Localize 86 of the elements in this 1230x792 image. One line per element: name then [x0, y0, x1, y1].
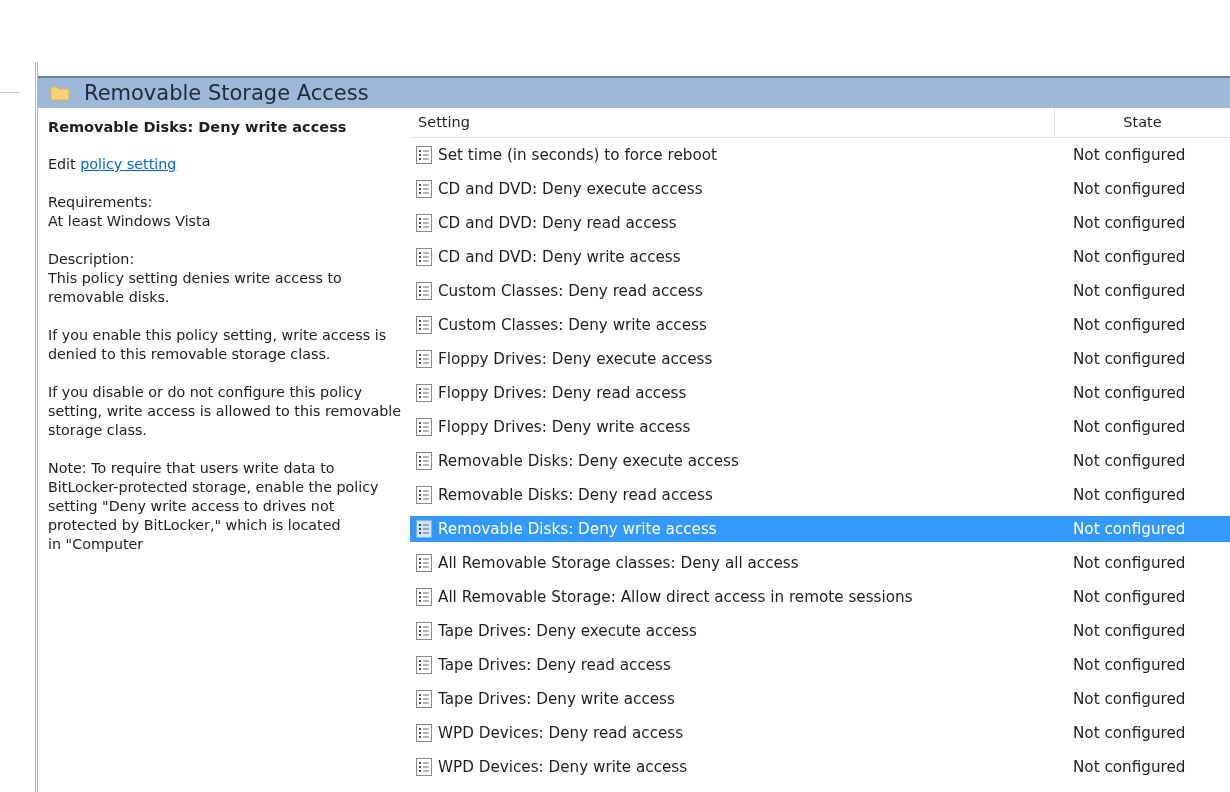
- policy-icon: [416, 690, 432, 708]
- policy-icon: [416, 452, 432, 470]
- policy-icon: [416, 146, 432, 164]
- setting-name: CD and DVD: Deny write access: [438, 246, 681, 268]
- column-header[interactable]: Setting: [410, 108, 1055, 137]
- state-cell[interactable]: Not configured: [1055, 550, 1230, 576]
- setting-cell[interactable]: Custom Classes: Deny write access: [410, 312, 1055, 338]
- policy-icon: [416, 622, 432, 640]
- policy-icon: [416, 316, 432, 334]
- policy-icon: [416, 656, 432, 674]
- state-cell[interactable]: Not configured: [1055, 380, 1230, 406]
- policy-setting-link[interactable]: policy setting: [80, 156, 177, 172]
- setting-cell[interactable]: Set time (in seconds) to force reboot: [410, 142, 1055, 168]
- setting-cell[interactable]: Floppy Drives: Deny read access: [410, 380, 1055, 406]
- setting-cell[interactable]: Removable Disks: Deny execute access: [410, 448, 1055, 474]
- setting-cell[interactable]: All Removable Storage: Allow direct access in remote sessions: [410, 584, 1055, 610]
- description-paragraph: Note: To require that users write data to BitLocker-protected storage, enable the policy setting "Deny write access to drives not protected by BitLocker," which is located in "Computer: [48, 459, 380, 554]
- description-paragraph: If you disable or do not configure this policy setting, write access is allowed to this removable storage class.: [48, 383, 403, 440]
- state-cell[interactable]: Not configured: [1055, 686, 1230, 712]
- setting-cell[interactable]: Floppy Drives: Deny write access: [410, 414, 1055, 440]
- setting-cell[interactable]: Custom Classes: Deny read access: [410, 278, 1055, 304]
- description-paragraph: Description: This policy setting denies write access to removable disks.: [48, 250, 343, 307]
- setting-name: Removable Disks: Deny execute access: [438, 450, 739, 472]
- edit-label: Edit: [48, 156, 77, 172]
- state-cell[interactable]: Not configured: [1055, 142, 1230, 168]
- setting-name: WPD Devices: Deny write access: [438, 756, 688, 778]
- policy-icon: [416, 554, 432, 572]
- state-cell[interactable]: Not configured: [1055, 448, 1230, 474]
- policy-icon: [416, 758, 432, 776]
- setting-name: Floppy Drives: Deny read access: [438, 382, 687, 404]
- setting-cell[interactable]: Removable Disks: Deny read access: [410, 482, 1055, 508]
- setting-cell[interactable]: All Removable Storage classes: Deny all access: [410, 550, 1055, 576]
- setting-name: Floppy Drives: Deny execute access: [438, 348, 713, 370]
- setting-name: Tape Drives: Deny read access: [438, 654, 671, 676]
- policy-icon: [416, 350, 432, 368]
- policy-icon: [416, 486, 432, 504]
- policy-icon: [416, 282, 432, 300]
- column-header[interactable]: State: [1055, 111, 1230, 134]
- description-paragraph: Requirements: At least Windows Vista: [48, 193, 212, 231]
- setting-cell[interactable]: Tape Drives: Deny write access: [410, 686, 1055, 712]
- setting-cell[interactable]: Tape Drives: Deny execute access: [410, 618, 1055, 644]
- state-cell[interactable]: Not configured: [1055, 720, 1230, 746]
- setting-name: CD and DVD: Deny read access: [438, 212, 677, 234]
- state-cell[interactable]: Not configured: [1055, 278, 1230, 304]
- policy-icon: [416, 724, 432, 742]
- policy-icon: [416, 384, 432, 402]
- policy-icon: [416, 520, 432, 538]
- window-title: Removable Storage Access: [84, 82, 369, 104]
- policy-icon: [416, 588, 432, 606]
- policy-icon: [416, 180, 432, 198]
- setting-name: Removable Disks: Deny write access: [438, 518, 717, 540]
- state-cell[interactable]: Not configured: [1055, 482, 1230, 508]
- setting-cell[interactable]: CD and DVD: Deny read access: [410, 210, 1055, 236]
- state-cell[interactable]: Not configured: [1055, 176, 1230, 202]
- state-cell[interactable]: Not configured: [1055, 312, 1230, 338]
- setting-name: Floppy Drives: Deny write access: [438, 416, 691, 438]
- setting-cell[interactable]: WPD Devices: Deny write access: [410, 754, 1055, 780]
- description-paragraph: If you enable this policy setting, write access is denied to this removable storage class.: [48, 326, 388, 364]
- setting-cell[interactable]: Tape Drives: Deny read access: [410, 652, 1055, 678]
- state-cell[interactable]: Not configured: [1055, 346, 1230, 372]
- state-cell[interactable]: Not configured: [1055, 244, 1230, 270]
- state-cell[interactable]: Not configured: [1055, 652, 1230, 678]
- setting-cell[interactable]: CD and DVD: Deny write access: [410, 244, 1055, 270]
- setting-name: All Removable Storage: Allow direct access in remote sessions: [438, 586, 913, 608]
- setting-name: All Removable Storage classes: Deny all access: [438, 552, 799, 574]
- setting-cell[interactable]: WPD Devices: Deny read access: [410, 720, 1055, 746]
- setting-name: Custom Classes: Deny read access: [438, 280, 703, 302]
- setting-name: Set time (in seconds) to force reboot: [438, 144, 717, 166]
- setting-name: WPD Devices: Deny read access: [438, 722, 684, 744]
- folder-icon: [50, 85, 70, 101]
- policy-icon: [416, 418, 432, 436]
- policy-icon: [416, 248, 432, 266]
- setting-name: Removable Disks: Deny read access: [438, 484, 713, 506]
- setting-name: Tape Drives: Deny write access: [438, 688, 675, 710]
- state-cell[interactable]: Not configured: [1055, 584, 1230, 610]
- setting-cell[interactable]: Floppy Drives: Deny execute access: [410, 346, 1055, 372]
- state-cell[interactable]: Not configured: [1055, 618, 1230, 644]
- setting-name: CD and DVD: Deny execute access: [438, 178, 703, 200]
- state-cell[interactable]: Not configured: [1055, 210, 1230, 236]
- state-cell[interactable]: Not configured: [1055, 414, 1230, 440]
- setting-name: Tape Drives: Deny execute access: [438, 620, 697, 642]
- state-cell[interactable]: Not configured: [1055, 754, 1230, 780]
- setting-name: Custom Classes: Deny write access: [438, 314, 707, 336]
- policy-icon: [416, 214, 432, 232]
- setting-cell[interactable]: CD and DVD: Deny execute access: [410, 176, 1055, 202]
- setting-heading: Removable Disks: Deny write access: [48, 118, 348, 137]
